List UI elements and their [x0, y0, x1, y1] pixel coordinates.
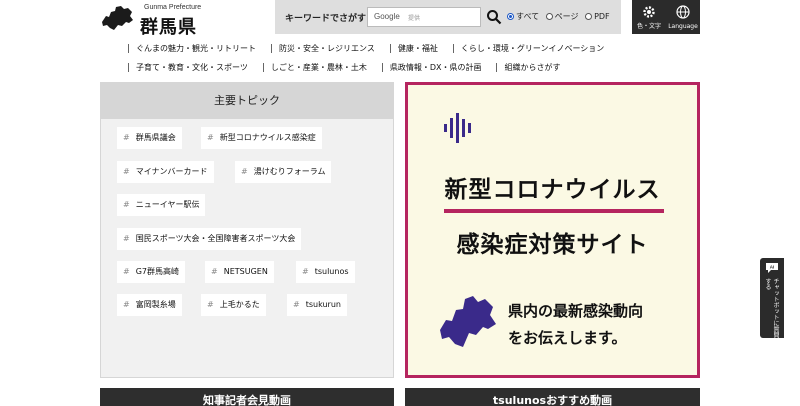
chatbot-button[interactable]: AI チャットボットに質問する	[760, 258, 784, 338]
gear-icon	[643, 6, 655, 18]
topic-tag[interactable]: # G7群馬高崎	[117, 261, 185, 283]
topic-label: tsukurun	[305, 300, 341, 309]
hash-icon: #	[123, 267, 130, 276]
global-nav-row-1: ぐんまの魅力・観光・リトリート 防災・安全・レジリエンス 健康・福祉 くらし・環…	[128, 41, 611, 55]
nav-item-industry[interactable]: しごと・産業・農林・土木	[262, 62, 374, 72]
radio-all-dot	[507, 13, 514, 20]
banner-message-line1: 県内の最新感染動向	[508, 302, 644, 320]
search-icon[interactable]	[486, 9, 502, 25]
topic-tag[interactable]: # 新型コロナウイルス感染症	[201, 127, 322, 149]
hash-icon: #	[207, 300, 214, 309]
nav-item-tourism[interactable]: ぐんまの魅力・観光・リトリート	[128, 43, 263, 53]
chat-badge: AI	[770, 265, 775, 270]
chatbot-label: チャットボットに質問する	[764, 278, 779, 338]
banner-divider	[444, 209, 664, 213]
hash-icon: #	[302, 267, 309, 276]
search-area: キーワードでさがす Google 提供 すべて ページ PDF	[275, 0, 621, 34]
nav-item-government[interactable]: 県政情報・DX・県の計画	[381, 62, 489, 72]
radio-pdf-dot	[585, 13, 593, 20]
topic-label: 上毛かるた	[219, 300, 260, 309]
topic-tag[interactable]: # マイナンバーカード	[117, 161, 214, 183]
nav-item-living[interactable]: くらし・環境・グリーンイノベーション	[452, 43, 611, 53]
language-button[interactable]: Language	[666, 0, 700, 34]
hash-icon: #	[123, 133, 130, 142]
color-text-label: 色・文字	[636, 23, 661, 30]
radio-page[interactable]: ページ	[545, 11, 579, 22]
hash-icon: #	[207, 133, 214, 142]
topic-tag[interactable]: # 湯けむりフォーラム	[235, 161, 332, 183]
hash-icon: #	[211, 267, 218, 276]
nav-item-education[interactable]: 子育て・教育・文化・スポーツ	[128, 62, 255, 72]
topic-tag[interactable]: # tsulunos	[296, 261, 355, 283]
topic-tag[interactable]: # ニューイヤー駅伝	[117, 194, 206, 216]
radio-page-label: ページ	[554, 12, 579, 21]
logo-english: Gunma Prefecture	[144, 4, 202, 11]
site-logo[interactable]: Gunma Prefecture 群馬県	[100, 2, 250, 38]
topic-tag[interactable]: # 富岡製糸場	[117, 294, 182, 316]
search-scope: すべて ページ PDF	[507, 11, 614, 22]
banner-title-line1: 新型コロナウイルス	[444, 177, 661, 203]
topic-label: ニューイヤー駅伝	[135, 200, 200, 209]
covid-banner[interactable]: 新型コロナウイルス 感染症対策サイト 県内の最新感染動向 をお伝えします。	[405, 82, 700, 378]
hash-icon: #	[123, 167, 130, 176]
topic-tag[interactable]: # NETSUGEN	[205, 261, 274, 283]
hash-icon: #	[123, 234, 130, 243]
topic-label: 湯けむりフォーラム	[253, 167, 326, 176]
topic-tag[interactable]: # 群馬県議会	[117, 127, 182, 149]
topic-label: 富岡製糸場	[135, 300, 176, 309]
topic-label: マイナンバーカード	[135, 167, 208, 176]
gunma-map-icon	[102, 6, 133, 30]
radio-pdf-label: PDF	[594, 12, 610, 21]
topic-label: 国民スポーツ大会・全国障害者スポーツ大会	[135, 234, 296, 243]
topic-label: 群馬県議会	[135, 133, 176, 142]
logo-japanese: 群馬県	[140, 17, 197, 38]
color-text-button[interactable]: 色・文字	[632, 0, 666, 34]
banner-title-line2: 感染症対策サイト	[456, 232, 649, 258]
search-input[interactable]: Google 提供	[367, 7, 481, 27]
governor-press-video-heading: 知事記者会見動画	[100, 388, 394, 406]
topic-label: 新型コロナウイルス感染症	[219, 133, 316, 142]
global-nav-row-2: 子育て・教育・文化・スポーツ しごと・産業・農林・土木 県政情報・DX・県の計画…	[128, 60, 567, 74]
radio-pdf[interactable]: PDF	[585, 12, 610, 21]
nav-item-safety[interactable]: 防災・安全・レジリエンス	[271, 43, 382, 53]
radio-page-dot	[545, 13, 553, 20]
tsulunos-video-heading: tsulunosおすすめ動画	[405, 388, 700, 406]
chat-bubble-icon: AI	[766, 263, 778, 273]
topic-tag[interactable]: # tsukurun	[287, 294, 347, 316]
topic-label: G7群馬高崎	[135, 267, 179, 276]
search-placeholder: 提供	[408, 15, 421, 22]
topic-tag[interactable]: # 上毛かるた	[201, 294, 266, 316]
language-label: Language	[668, 23, 698, 30]
radio-all-label: すべて	[516, 12, 540, 21]
soundwave-icon	[444, 113, 471, 143]
nav-item-health[interactable]: 健康・福祉	[389, 43, 445, 53]
hash-icon: #	[123, 200, 130, 209]
search-label: キーワードでさがす	[285, 14, 367, 24]
main-topics-panel: 主要トピック # 群馬県議会 # 新型コロナウイルス感染症 # マイナンバーカード #…	[100, 82, 394, 378]
google-label: Google	[374, 12, 400, 21]
topic-label: NETSUGEN	[223, 267, 268, 276]
topic-tag[interactable]: # 国民スポーツ大会・全国障害者スポーツ大会	[117, 228, 302, 250]
gunma-map-icon	[440, 296, 496, 347]
hash-icon: #	[123, 300, 130, 309]
hash-icon: #	[241, 167, 248, 176]
globe-icon	[676, 5, 690, 19]
banner-message-line2: をお伝えします。	[508, 329, 627, 347]
topic-label: tsulunos	[314, 267, 349, 276]
nav-item-organization[interactable]: 組織からさがす	[496, 62, 567, 72]
topics-title: 主要トピック	[101, 83, 393, 119]
hash-icon: #	[293, 300, 300, 309]
radio-all[interactable]: すべて	[507, 11, 539, 22]
